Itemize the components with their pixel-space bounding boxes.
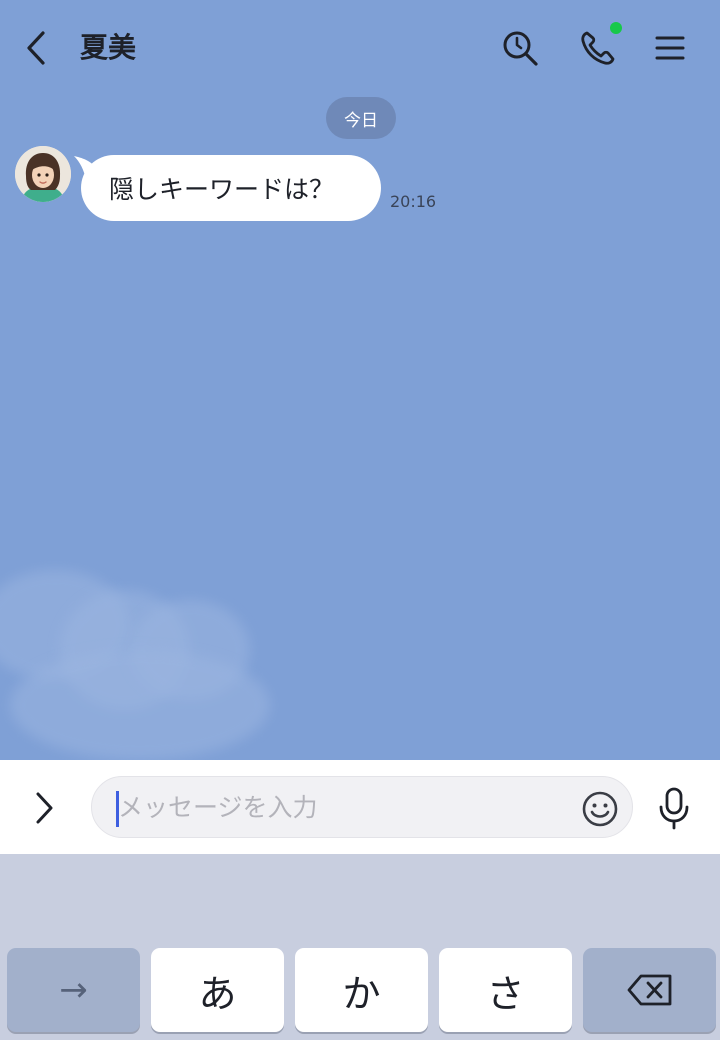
chat-header: 夏美 [0, 0, 720, 96]
call-button[interactable] [574, 22, 622, 72]
online-status-dot [610, 22, 622, 34]
message-text: 隠しキーワードは？ [109, 175, 335, 204]
chat-title: 夏美 [80, 31, 137, 64]
phone-icon [581, 31, 615, 65]
emoji-icon [582, 791, 618, 827]
avatar-portrait [15, 146, 71, 202]
delete-key[interactable] [583, 948, 716, 1032]
expand-menu-button[interactable] [20, 784, 68, 832]
key-a[interactable]: あ [151, 948, 284, 1032]
search-icon [503, 31, 538, 66]
keyboard: → あ か さ [0, 854, 720, 1040]
back-button[interactable] [12, 24, 60, 72]
background-cloud [10, 650, 270, 760]
date-separator: 今日 [326, 97, 396, 139]
emoji-button[interactable] [580, 789, 620, 829]
key-arrow[interactable]: → [7, 948, 140, 1032]
back-chevron-icon [27, 31, 45, 65]
message-input-container[interactable] [91, 776, 633, 838]
menu-icon [655, 36, 685, 60]
key-sa[interactable]: さ [439, 948, 572, 1032]
avatar[interactable] [15, 146, 71, 202]
text-caret [116, 791, 119, 827]
backspace-icon [627, 974, 671, 1006]
key-ka[interactable]: か [295, 948, 428, 1032]
message-input[interactable] [118, 777, 568, 837]
message-input-bar [0, 760, 720, 854]
menu-button[interactable] [646, 24, 694, 72]
voice-input-button[interactable] [650, 782, 698, 834]
chevron-right-icon [36, 792, 53, 824]
chat-screen: 夏美 今日 隠しキーワードは？ 20:16 メッセージを入力 → あ か さ [0, 0, 720, 1040]
search-button[interactable] [496, 24, 544, 72]
message-timestamp: 20:16 [390, 192, 437, 211]
microphone-icon [659, 787, 689, 830]
message-bubble[interactable]: 隠しキーワードは？ [81, 155, 381, 221]
chat-area[interactable]: 夏美 今日 隠しキーワードは？ 20:16 [0, 0, 720, 760]
